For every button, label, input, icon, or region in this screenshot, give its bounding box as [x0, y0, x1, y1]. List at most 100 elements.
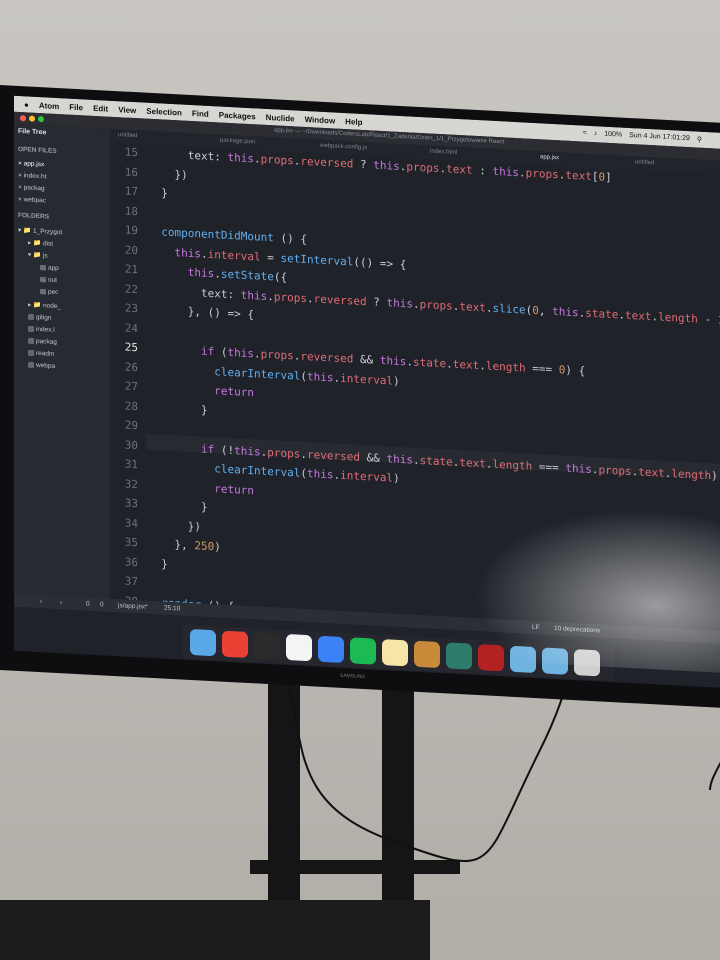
trash-icon[interactable] [574, 649, 600, 677]
battery-percent[interactable]: 100% [604, 131, 622, 140]
line-number: 33 [124, 496, 138, 511]
code-line[interactable]: } [148, 186, 168, 199]
apple-icon[interactable]: ● [24, 100, 29, 109]
file-item[interactable]: ▤ pec [40, 287, 58, 296]
messenger-icon[interactable] [318, 635, 344, 664]
code-line[interactable]: }) [148, 166, 187, 182]
slack-icon[interactable] [286, 633, 312, 662]
code-line[interactable]: return [148, 381, 254, 399]
tab-webpack-config[interactable]: webpack.config.js [320, 143, 367, 151]
code-line[interactable]: } [148, 498, 208, 514]
line-number: 29 [124, 418, 138, 433]
line-number: 15 [124, 145, 138, 160]
open-file-item[interactable]: × webpac [18, 196, 46, 204]
line-ending[interactable]: LF [532, 624, 540, 631]
line-number: 35 [124, 535, 138, 550]
line-number: 24 [124, 321, 138, 335]
open-file-item[interactable]: × packag [18, 184, 45, 192]
cursor-position[interactable]: 25:10 [164, 605, 180, 613]
menu-selection[interactable]: Selection [146, 106, 182, 117]
line-number: 25 [124, 340, 138, 355]
downloads-icon[interactable] [542, 647, 568, 675]
folder-icon[interactable] [510, 645, 536, 674]
monitor-brand-logo: SAMSUNG [340, 672, 366, 681]
line-number: 19 [124, 223, 138, 238]
hearthstone-icon[interactable] [414, 640, 440, 669]
line-number: 16 [124, 165, 138, 179]
menu-view[interactable]: View [118, 105, 136, 115]
monitor: ● Atom File Edit View Selection Find Pac… [0, 85, 720, 708]
clock[interactable]: Sun 4 Jun 17:01:29 [629, 132, 690, 143]
atom-icon[interactable] [446, 642, 472, 670]
line-number: 27 [124, 379, 138, 394]
acrobat-icon[interactable] [478, 644, 504, 672]
terminal-icon[interactable] [254, 632, 280, 660]
wifi-icon[interactable]: ≈ [583, 130, 587, 138]
code-line[interactable]: }, 250) [148, 537, 220, 553]
menu-file[interactable]: File [69, 102, 83, 112]
line-number: 20 [124, 243, 138, 257]
line-number: 30 [124, 438, 138, 452]
folder-item[interactable]: ▾ 📁 1_Przygot [18, 226, 62, 236]
minimize-window-button[interactable] [29, 115, 35, 122]
error-count[interactable]: 0 [86, 601, 90, 608]
open-file-item[interactable]: × index.ht [18, 172, 46, 180]
line-number: 32 [124, 477, 138, 491]
code-line[interactable]: componentDidMount () { [148, 225, 307, 246]
search-icon[interactable]: ⚲ [697, 136, 702, 144]
chrome-icon[interactable] [222, 630, 248, 658]
open-files-header: OPEN FILES [18, 145, 57, 155]
file-item[interactable]: ▤ packag [28, 336, 57, 346]
prev-pane-icon[interactable]: ‹ [40, 598, 42, 605]
code-line[interactable]: } [148, 400, 208, 416]
finder-icon[interactable] [190, 628, 216, 657]
code-line[interactable]: this.setState({ [148, 264, 287, 284]
deprecations[interactable]: 10 deprecations [554, 625, 600, 634]
code-line[interactable]: }, () => { [148, 303, 254, 321]
file-item[interactable]: ▤ gitign [28, 312, 52, 321]
code-line[interactable]: }) [148, 517, 201, 533]
tab-untitled-2[interactable]: untitled [635, 159, 654, 166]
menu-packages[interactable]: Packages [219, 110, 256, 121]
status-file-path[interactable]: js/app.jsx* [118, 602, 148, 611]
file-item[interactable]: ▤ readm [28, 348, 54, 357]
line-number: 17 [124, 184, 138, 199]
menu-edit[interactable]: Edit [93, 103, 108, 113]
code-editor[interactable]: text: this.props.reversed ? this.props.t… [148, 145, 720, 631]
menu-find[interactable]: Find [192, 109, 209, 119]
line-number: 18 [124, 204, 138, 218]
menu-app-name[interactable]: Atom [39, 101, 59, 111]
tab-index-html[interactable]: index.html [430, 149, 457, 156]
code-line[interactable]: } [148, 556, 168, 570]
volume-icon[interactable]: ♪ [594, 130, 598, 138]
code-line[interactable]: return [148, 478, 254, 497]
tab-package-json[interactable]: package.json [220, 138, 255, 146]
file-item[interactable]: ▤ webpa [28, 360, 55, 369]
file-item[interactable]: ▤ out [40, 275, 57, 284]
close-window-button[interactable] [20, 115, 26, 122]
line-number: 36 [124, 555, 138, 569]
line-number: 26 [124, 360, 138, 374]
notes-icon[interactable] [382, 639, 408, 667]
file-item[interactable]: ▤ index.l [28, 324, 55, 333]
menu-window[interactable]: Window [305, 114, 336, 125]
file-item[interactable]: ▤ app [40, 263, 59, 272]
tab-app-jsx[interactable]: app.jsx [540, 154, 559, 161]
zoom-window-button[interactable] [38, 115, 44, 123]
folder-item[interactable]: ▸ 📁 dist [28, 238, 53, 247]
file-tree-panel: File Tree OPEN FILES × app.jsx × index.h… [14, 123, 110, 599]
menu-nuclide[interactable]: Nuclide [266, 112, 295, 123]
folder-item[interactable]: ▸ 📁 node_ [28, 300, 61, 310]
line-number: 23 [124, 301, 138, 316]
screen: ● Atom File Edit View Selection Find Pac… [14, 95, 720, 688]
open-file-item[interactable]: × app.jsx [18, 160, 44, 168]
line-number: 22 [124, 282, 138, 296]
spotify-icon[interactable] [350, 637, 376, 665]
line-number-gutter: 15 16 17 18 19 20 21 22 23 24 25 26 27 28 29 30 31 32 33 34… [110, 142, 146, 608]
folders-header: FOLDERS [18, 211, 50, 221]
warning-count[interactable]: 0 [100, 601, 104, 608]
next-pane-icon[interactable]: › [60, 599, 62, 606]
tab-untitled[interactable]: untitled [118, 132, 137, 139]
menu-help[interactable]: Help [345, 117, 362, 127]
folder-item[interactable]: ▾ 📁 js [28, 250, 48, 259]
